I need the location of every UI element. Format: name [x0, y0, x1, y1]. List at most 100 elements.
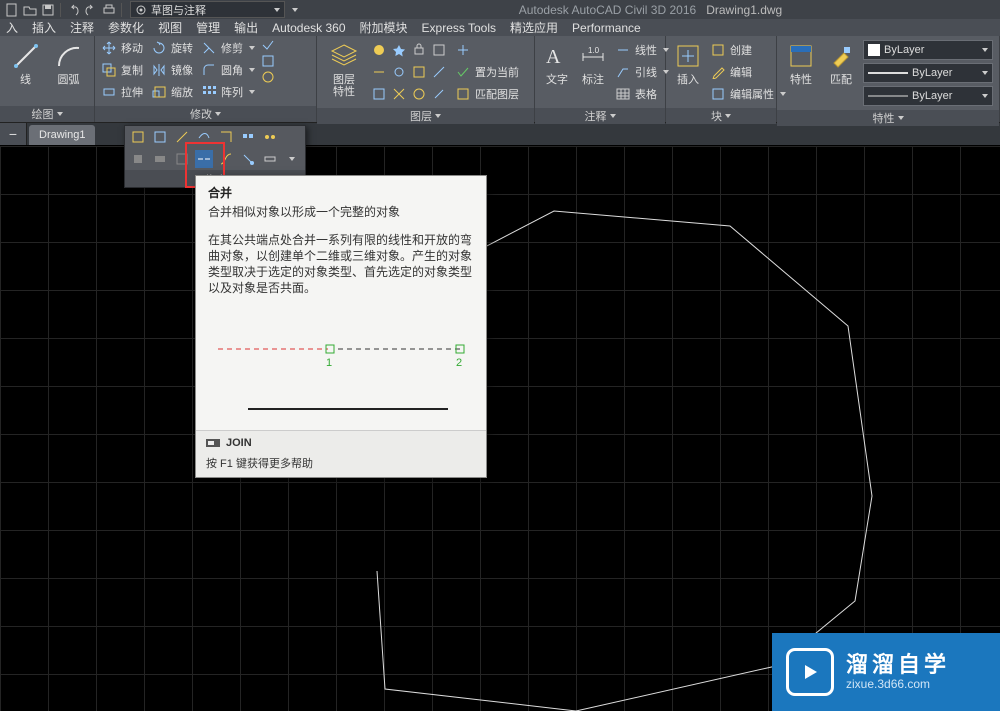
trim-button[interactable]: 修剪 — [199, 38, 257, 58]
menu-item[interactable]: 输出 — [234, 19, 258, 36]
layer-tool-icon[interactable] — [411, 86, 427, 102]
layer-tool-icon[interactable] — [431, 86, 447, 102]
menu-item[interactable]: 管理 — [196, 19, 220, 36]
array-button[interactable]: 阵列 — [199, 82, 257, 102]
edit-attr-button[interactable]: 编辑属性 — [708, 84, 788, 104]
insert-button[interactable]: 插入 — [672, 40, 704, 86]
flyout-dropdown-icon[interactable] — [283, 150, 301, 168]
arc-icon — [55, 42, 83, 70]
layer-tool-icon[interactable] — [371, 64, 387, 80]
panel-title-modify[interactable]: 修改 — [95, 106, 316, 122]
open-icon[interactable] — [22, 2, 38, 18]
print-icon[interactable] — [101, 2, 117, 18]
polygon-drawing — [0, 146, 1000, 711]
scale-icon — [152, 85, 166, 99]
menu-item[interactable]: 参数化 — [108, 19, 144, 36]
flyout-tool-icon[interactable] — [151, 128, 169, 146]
menu-item[interactable]: 入 — [6, 19, 18, 36]
fillet-button[interactable]: 圆角 — [199, 60, 257, 80]
line-button[interactable]: 线 — [6, 40, 45, 86]
arc-button[interactable]: 圆弧 — [49, 40, 88, 86]
move-icon — [102, 41, 116, 55]
panel-title-annotation[interactable]: 注释 — [535, 108, 665, 124]
command-icon — [206, 437, 220, 449]
panel-title-layer[interactable]: 图层 — [317, 108, 534, 124]
properties-button[interactable]: 特性 — [783, 40, 819, 86]
menu-item[interactable]: 视图 — [158, 19, 182, 36]
color-selector[interactable]: ByLayer — [863, 40, 993, 60]
tooltip-subtitle: 合并相似对象以形成一个完整的对象 — [196, 203, 486, 228]
panel-annotation: A 文字 1.0 标注 线性 引线 表格 注释 — [535, 36, 666, 122]
menu-item[interactable]: Express Tools — [422, 21, 496, 35]
menu-item[interactable]: 插入 — [32, 19, 56, 36]
create-button[interactable]: 创建 — [708, 40, 788, 60]
linetype-selector[interactable]: ByLayer — [863, 86, 993, 106]
document-title: Drawing1.dwg — [706, 3, 782, 17]
new-icon[interactable] — [4, 2, 20, 18]
layer-tool-icon[interactable] — [391, 64, 407, 80]
redo-icon[interactable] — [83, 2, 99, 18]
save-icon[interactable] — [40, 2, 56, 18]
svg-text:A: A — [546, 46, 561, 68]
svg-text:2: 2 — [456, 357, 462, 369]
tooltip-body: 在其公共端点处合并一系列有限的线性和开放的弯曲对象，以创建单个二维或三维对象。产… — [196, 228, 486, 308]
flyout-tool-icon[interactable] — [151, 150, 169, 168]
drawing-canvas[interactable]: /* lines drawn below via JS after data l… — [0, 146, 1000, 711]
mirror-icon — [152, 63, 166, 77]
menu-item[interactable]: Autodesk 360 — [272, 21, 345, 35]
set-current-button[interactable]: 置为当前 — [453, 62, 521, 82]
move-button[interactable]: 移动 — [99, 38, 145, 58]
layer-tool-icon[interactable] — [391, 86, 407, 102]
copy-button[interactable]: 复制 — [99, 60, 145, 80]
match-properties-button[interactable]: 匹配 — [823, 40, 859, 86]
array-icon — [202, 85, 216, 99]
modify-misc-icon[interactable] — [261, 38, 275, 52]
menu-item[interactable]: 精选应用 — [510, 19, 558, 36]
mirror-button[interactable]: 镜像 — [149, 60, 195, 80]
layer-tool-icon[interactable] — [453, 40, 521, 60]
layer-tool-icon[interactable] — [431, 64, 447, 80]
layer-properties-button[interactable]: 图层 特性 — [323, 40, 365, 98]
match-layer-button[interactable]: 匹配图层 — [453, 84, 521, 104]
qat-dropdown-icon[interactable] — [287, 2, 303, 18]
document-tab[interactable]: Drawing1 — [29, 125, 95, 145]
flyout-tool-icon[interactable] — [129, 150, 147, 168]
flyout-tool-icon[interactable] — [261, 128, 279, 146]
flyout-tool-icon[interactable] — [261, 150, 279, 168]
flyout-tool-icon[interactable] — [129, 128, 147, 146]
text-button[interactable]: A 文字 — [541, 40, 573, 86]
modify-misc-icon[interactable] — [261, 54, 275, 68]
menu-item[interactable]: 附加模块 — [360, 19, 408, 36]
title-bar: Autodesk AutoCAD Civil 3D 2016 Drawing1.… — [305, 3, 996, 17]
panel-title-block[interactable]: 块 — [666, 108, 776, 124]
rotate-button[interactable]: 旋转 — [149, 38, 195, 58]
tabs-toggle-button[interactable]: − — [0, 123, 27, 145]
edit-button[interactable]: 编辑 — [708, 62, 788, 82]
line-icon — [12, 42, 40, 70]
panel-title-properties[interactable]: 特性 — [777, 110, 999, 126]
dimension-button[interactable]: 1.0 标注 — [577, 40, 609, 86]
panel-title-draw[interactable]: 绘图 — [0, 106, 94, 122]
insert-icon — [674, 42, 702, 70]
layer-tool-icon[interactable] — [369, 40, 449, 60]
modify-misc-icon[interactable] — [261, 70, 275, 84]
lineweight-selector[interactable]: ByLayer — [863, 63, 993, 83]
gear-icon — [135, 4, 147, 16]
layer-tool-icon[interactable] — [411, 64, 427, 80]
workspace-selector[interactable]: 草图与注释 — [130, 1, 285, 18]
undo-icon[interactable] — [65, 2, 81, 18]
menu-item[interactable]: 注释 — [70, 19, 94, 36]
flyout-tool-icon[interactable] — [239, 128, 257, 146]
flyout-tool-icon[interactable] — [239, 150, 257, 168]
leader-button[interactable]: 引线 — [613, 62, 671, 82]
layers-icon — [329, 41, 359, 71]
stretch-button[interactable]: 拉伸 — [99, 82, 145, 102]
panel-layer: 图层 特性 置为当前 匹配图层 图层 — [317, 36, 535, 122]
panel-properties: 特性 匹配 ByLayer ByLayer ByLayer 特性 — [777, 36, 1000, 122]
scale-button[interactable]: 缩放 — [149, 82, 195, 102]
properties-icon — [788, 43, 814, 69]
linear-button[interactable]: 线性 — [613, 40, 671, 60]
menu-item[interactable]: Performance — [572, 21, 641, 35]
layer-tool-icon[interactable] — [371, 86, 387, 102]
table-button[interactable]: 表格 — [613, 84, 671, 104]
